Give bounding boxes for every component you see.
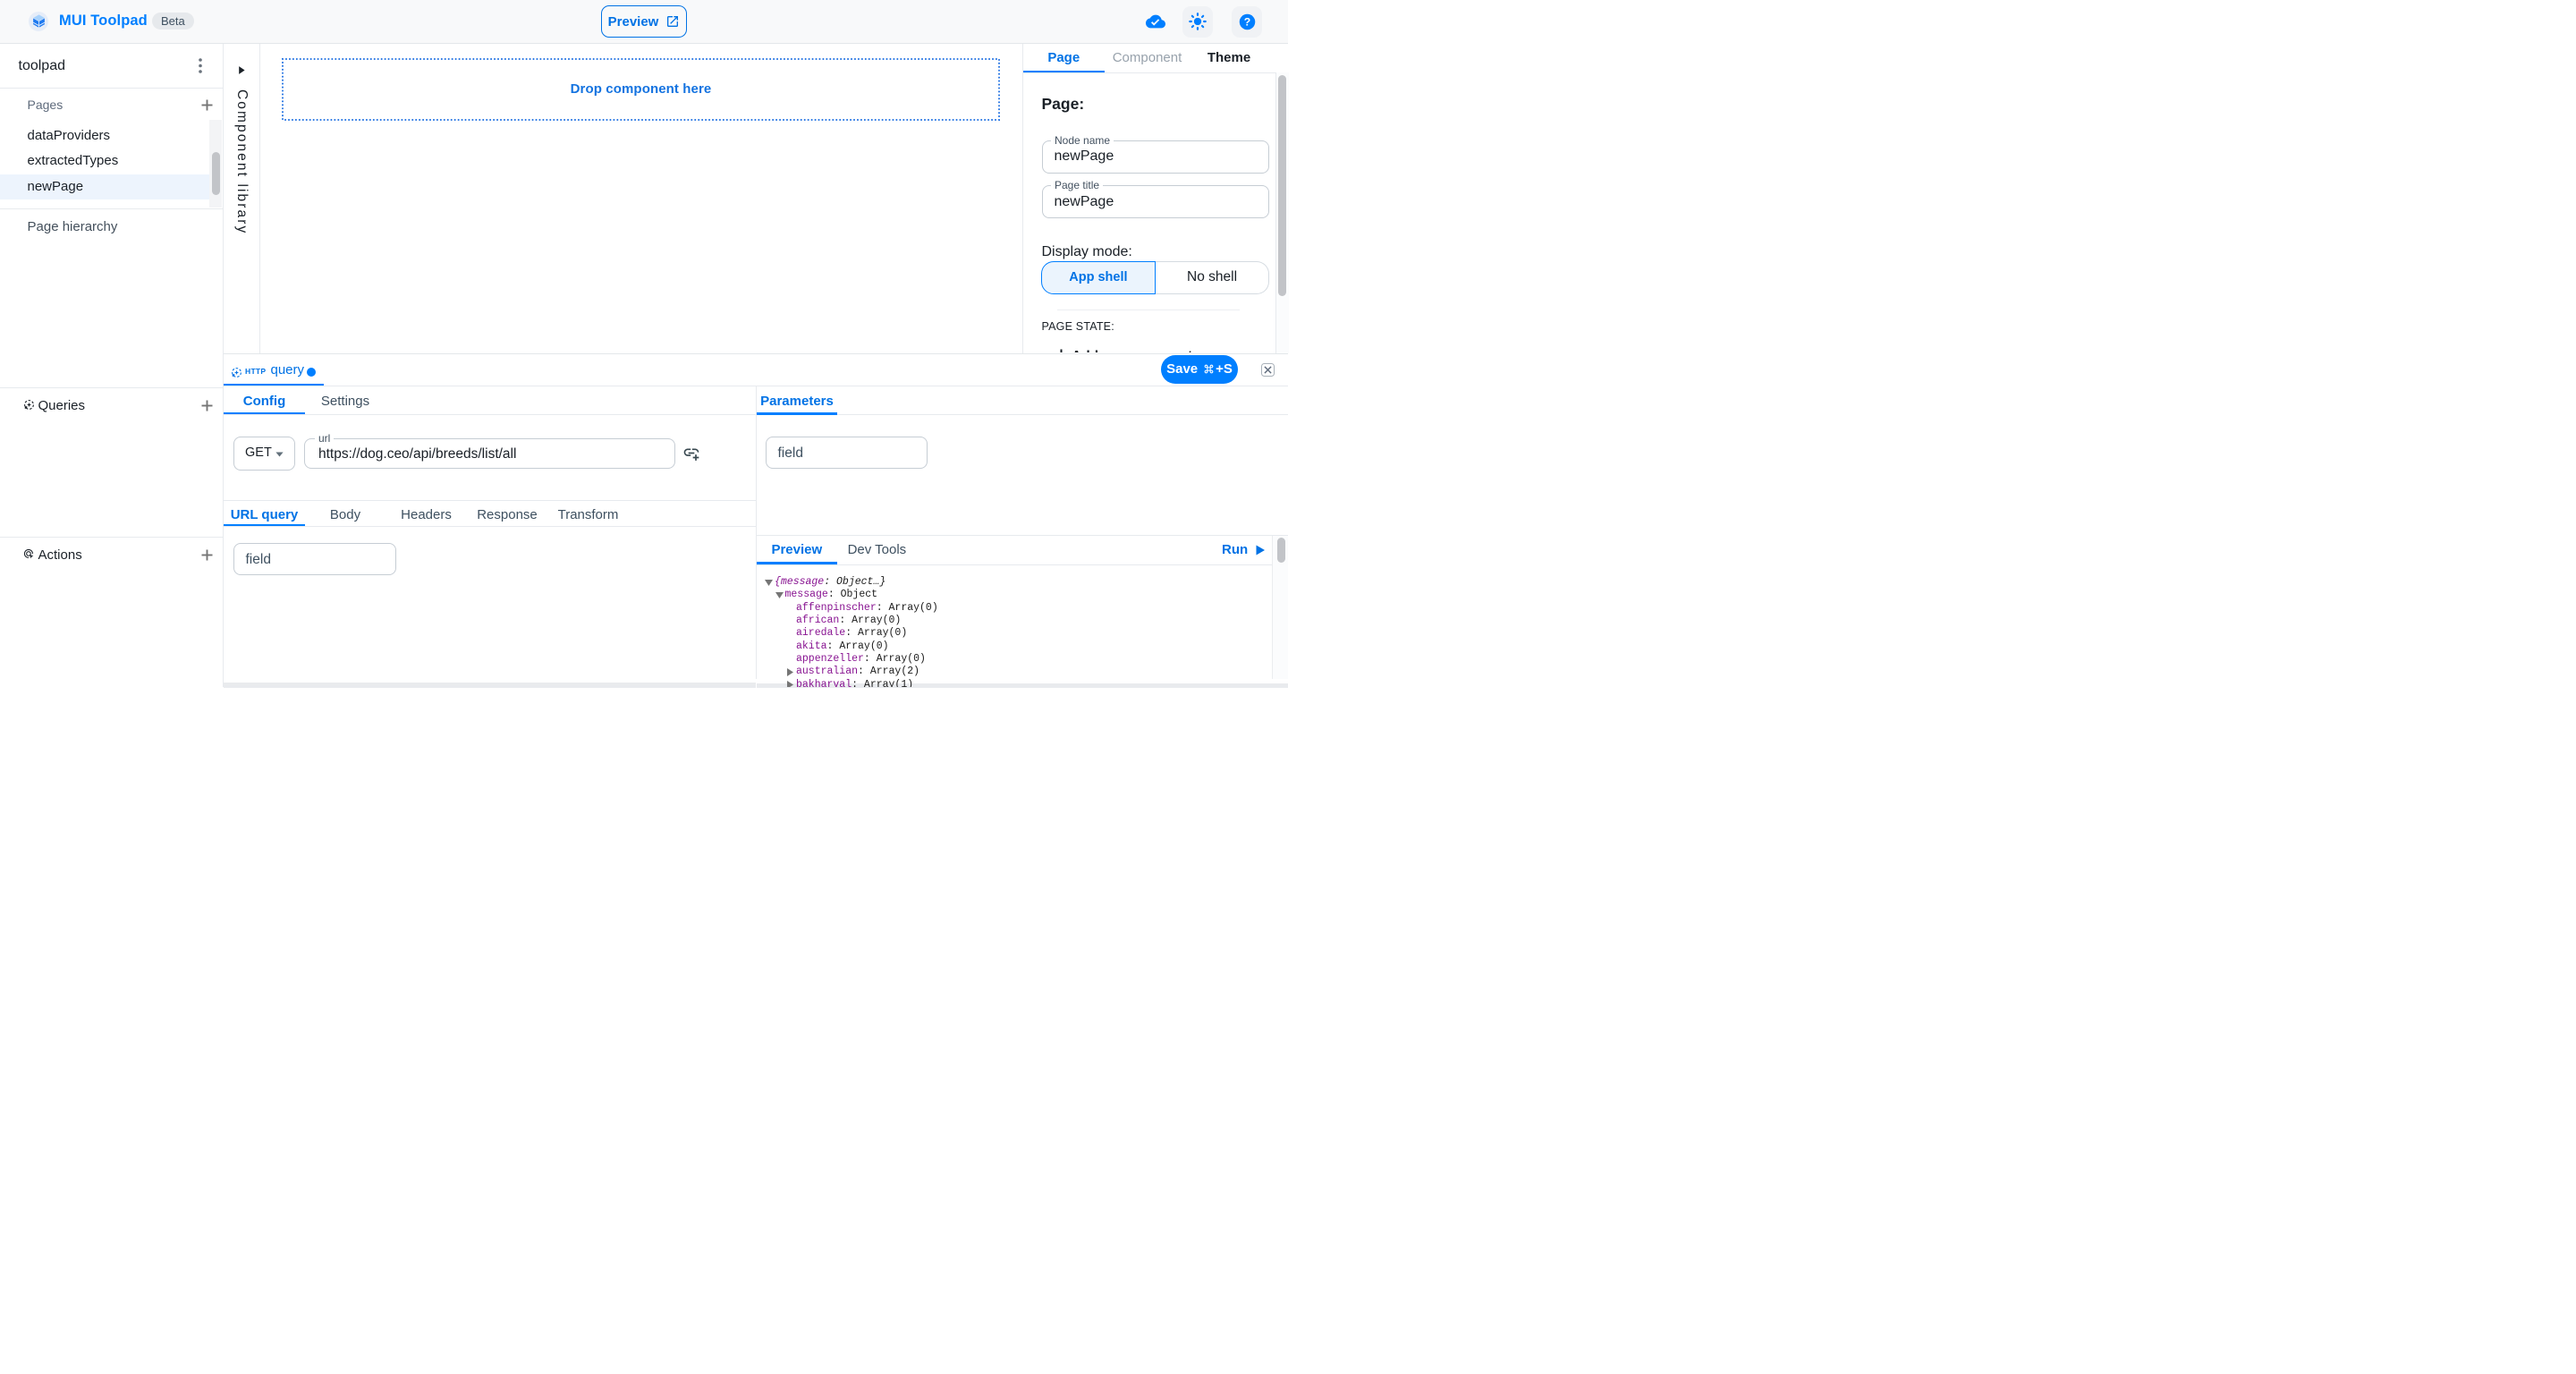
svg-text:?: ? bbox=[1243, 15, 1250, 28]
